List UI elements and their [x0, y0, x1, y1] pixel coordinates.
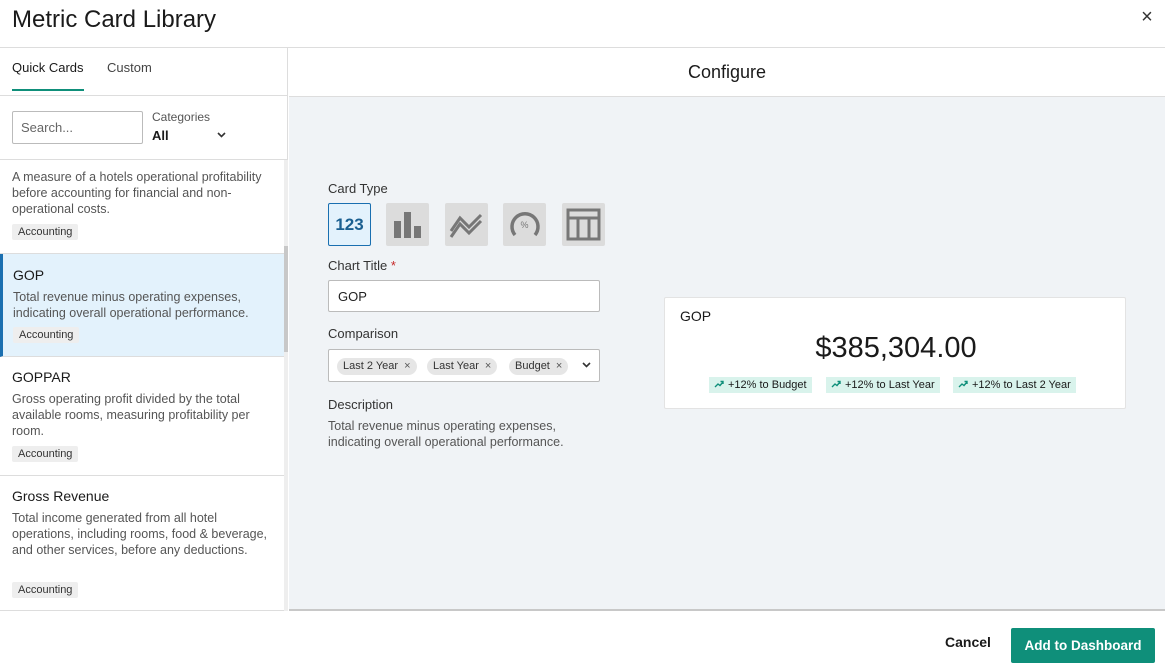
chip-label: Last Year [433, 360, 479, 372]
chip-label: Last 2 Year [343, 360, 399, 372]
bar-chart-icon [394, 212, 421, 238]
description-label: Description [328, 397, 394, 412]
categories-select[interactable]: All [152, 128, 169, 143]
line-chart-icon [449, 213, 483, 238]
trend-label: +12% to Budget [728, 379, 807, 391]
add-to-dashboard-button[interactable]: Add to Dashboard [1011, 628, 1155, 663]
close-icon[interactable]: × [1137, 6, 1157, 28]
categories-label: Categories [152, 110, 211, 124]
gauge-percent-glyph: % [520, 220, 528, 230]
metric-card-library-modal: Metric Card Library × Quick Cards Custom… [0, 0, 1165, 669]
cancel-button[interactable]: Cancel [934, 628, 1002, 656]
preview-title: GOP [680, 308, 712, 324]
trend-label: +12% to Last Year [845, 379, 935, 391]
trend-up-icon [714, 377, 724, 393]
list-item-goppar[interactable]: GOPPAR Gross operating profit divided by… [0, 357, 284, 476]
card-type-table-button[interactable] [562, 203, 605, 246]
card-type-line-button[interactable] [445, 203, 488, 246]
tab-custom[interactable]: Custom [107, 60, 152, 89]
category-badge: Accounting [12, 582, 79, 598]
description-text: Total revenue minus operating expenses, … [328, 419, 564, 449]
metric-card-list: A measure of a hotels operational profit… [0, 160, 284, 611]
table-icon [566, 208, 601, 241]
card-type-gauge-button[interactable]: % [503, 203, 546, 246]
comparison-chip-last-2-year: Last 2 Year × [337, 358, 417, 375]
item-description: Gross operating profit divided by the to… [12, 392, 250, 438]
chip-remove-icon[interactable]: × [556, 358, 562, 375]
tab-bar: Quick Cards Custom [0, 48, 287, 96]
modal-footer: Cancel Add to Dashboard [0, 611, 1165, 669]
list-item[interactable]: A measure of a hotels operational profit… [0, 160, 284, 254]
scrollbar-thumb[interactable] [284, 246, 288, 352]
trend-badge-last-2-year: +12% to Last 2 Year [953, 377, 1076, 393]
list-scrollbar[interactable] [284, 160, 288, 611]
comparison-chip-budget: Budget × [509, 358, 569, 375]
chart-title-label: Chart Title * [328, 258, 396, 273]
trend-up-icon [958, 377, 968, 393]
card-type-number-button[interactable]: 123 [328, 203, 371, 246]
category-badge: Accounting [12, 224, 79, 240]
chart-title-label-text: Chart Title [328, 258, 388, 273]
trend-badge-last-year: +12% to Last Year [826, 377, 940, 393]
number-card-icon: 123 [335, 215, 364, 234]
trend-up-icon [831, 377, 841, 393]
trend-label: +12% to Last 2 Year [972, 379, 1071, 391]
item-description: Total income generated from all hotel op… [12, 511, 268, 557]
chevron-down-icon[interactable] [217, 129, 226, 141]
chip-label: Budget [515, 360, 550, 372]
preview-value: $385,304.00 [815, 332, 977, 364]
item-description: Total revenue minus operating expenses, … [13, 290, 249, 320]
tab-quick-cards[interactable]: Quick Cards [12, 60, 84, 91]
item-description: A measure of a hotels operational profit… [12, 170, 262, 216]
modal-header: Metric Card Library × [0, 0, 1165, 48]
chevron-down-icon[interactable] [582, 359, 591, 371]
list-item-gross-revenue[interactable]: Gross Revenue Total income generated fro… [0, 476, 284, 611]
card-list-panel: Quick Cards Custom Categories All A meas… [0, 48, 288, 611]
list-item-gop[interactable]: GOP Total revenue minus operating expens… [0, 254, 284, 357]
item-title: Gross Revenue [12, 488, 110, 504]
category-badge: Accounting [12, 446, 79, 462]
chip-remove-icon[interactable]: × [485, 358, 491, 375]
gauge-icon: % [510, 211, 540, 237]
metric-card-preview: GOP $385,304.00 +12% to Budget +12% to L… [664, 297, 1126, 409]
item-title: GOP [13, 267, 45, 283]
comparison-multiselect[interactable]: Last 2 Year × Last Year × Budget × [328, 349, 600, 382]
required-mark: * [390, 258, 396, 273]
configure-title: Configure [687, 62, 767, 82]
card-type-bar-button[interactable] [386, 203, 429, 246]
chip-remove-icon[interactable]: × [404, 358, 410, 375]
search-input[interactable] [12, 111, 143, 144]
trend-badge-budget: +12% to Budget [709, 377, 812, 393]
category-badge: Accounting [13, 327, 80, 343]
configure-header: Configure [289, 48, 1165, 97]
card-type-label: Card Type [328, 181, 388, 196]
item-title: GOPPAR [12, 369, 71, 385]
filter-bar: Categories All [0, 96, 287, 160]
configure-panel: Configure Card Type 123 % Chart Title * … [289, 48, 1165, 611]
comparison-label: Comparison [328, 326, 399, 341]
modal-title: Metric Card Library [12, 6, 217, 33]
comparison-chip-last-year: Last Year × [427, 358, 498, 375]
chart-title-input[interactable] [328, 280, 600, 312]
